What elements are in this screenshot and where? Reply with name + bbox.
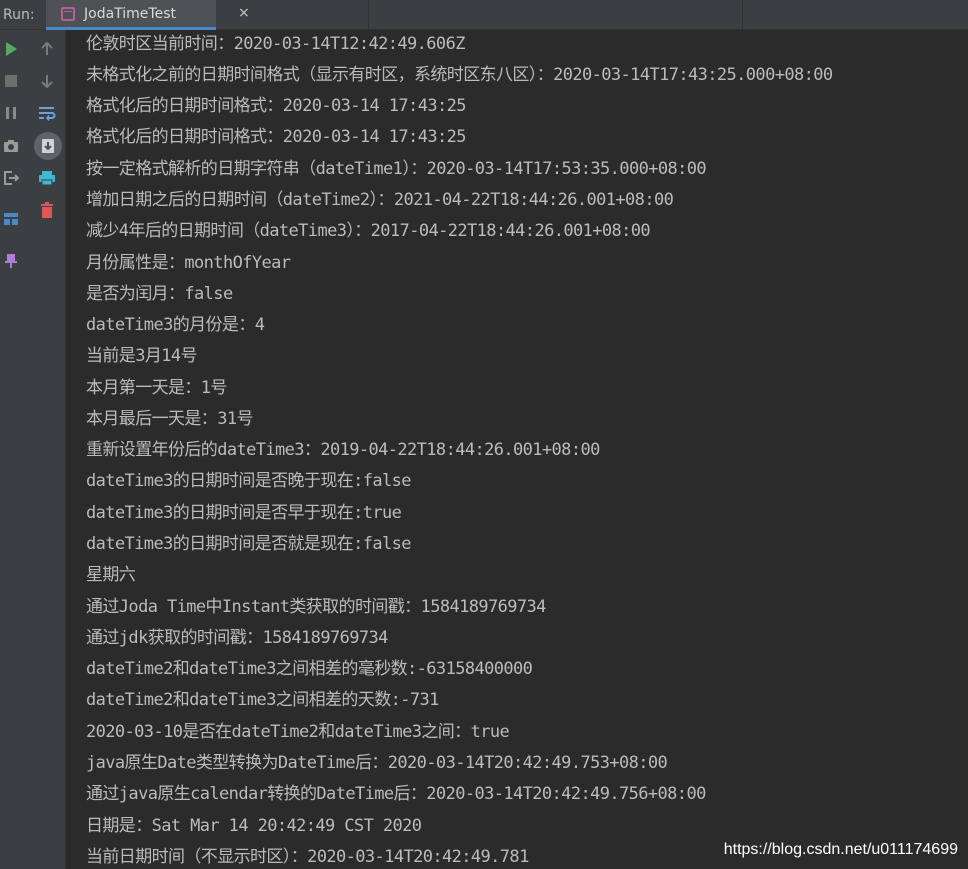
soft-wrap-icon[interactable] bbox=[36, 102, 58, 124]
watermark: https://blog.csdn.net/u011174699 bbox=[723, 841, 958, 858]
console-line: 按一定格式解析的日期字符串（dateTime1）：2020-03-14T17:5… bbox=[86, 159, 707, 179]
stop-icon[interactable] bbox=[0, 70, 22, 92]
run-label: Run: bbox=[3, 7, 35, 23]
console-line: dateTime3的日期时间是否就是现在:false bbox=[86, 534, 412, 554]
console-line: 通过Joda Time中Instant类获取的时间戳：1584189769734 bbox=[86, 597, 546, 617]
console-line: java原生Date类型转换为DateTime后：2020-03-14T20:4… bbox=[86, 753, 668, 773]
console-line: 增加日期之后的日期时间（dateTime2）：2021-04-22T18:44:… bbox=[86, 190, 674, 210]
console-line: 日期是：Sat Mar 14 20:42:49 CST 2020 bbox=[86, 816, 422, 836]
console-line: 减少4年后的日期时间（dateTime3）：2017-04-22T18:44:2… bbox=[86, 221, 651, 241]
run-tab-bar: Run: JodaTimeTest × bbox=[0, 0, 968, 30]
trash-icon[interactable] bbox=[36, 199, 58, 221]
console-line: 星期六 bbox=[86, 565, 136, 585]
scroll-to-end-icon[interactable] bbox=[34, 132, 62, 160]
scroll-up-icon[interactable] bbox=[36, 38, 58, 60]
console-line: 未格式化之前的日期时间格式（显示有时区，系统时区东八区）：2020-03-14T… bbox=[86, 65, 833, 85]
console-line: 是否为闰月：false bbox=[86, 284, 233, 304]
scroll-down-icon[interactable] bbox=[36, 70, 58, 92]
camera-icon[interactable] bbox=[0, 135, 22, 157]
run-toolbar bbox=[0, 30, 66, 869]
pause-icon[interactable] bbox=[0, 102, 22, 124]
console-line: 伦敦时区当前时间：2020-03-14T12:42:49.606Z bbox=[86, 34, 465, 54]
pin-icon[interactable] bbox=[0, 250, 22, 272]
console-line: dateTime2和dateTime3之间相差的天数:-731 bbox=[86, 690, 439, 710]
console-line: 2020-03-10是否在dateTime2和dateTime3之间：true bbox=[86, 722, 510, 742]
console-line: dateTime3的月份是：4 bbox=[86, 315, 265, 335]
console-output[interactable]: 伦敦时区当前时间：2020-03-14T12:42:49.606Z 未格式化之前… bbox=[66, 30, 968, 869]
console-line: 当前日期时间（不显示时区）：2020-03-14T20:42:49.781 bbox=[86, 847, 529, 867]
close-tab-icon[interactable]: × bbox=[238, 5, 250, 21]
tab-title: JodaTimeTest bbox=[84, 6, 176, 22]
console-line: 本月第一天是：1号 bbox=[86, 378, 227, 398]
console-line: 重新设置年份后的dateTime3：2019-04-22T18:44:26.00… bbox=[86, 440, 600, 460]
console-line: 当前是3月14号 bbox=[86, 346, 198, 366]
console-line: dateTime3的日期时间是否早于现在:true bbox=[86, 503, 402, 523]
console-tab-icon bbox=[61, 7, 75, 21]
rerun-play-icon[interactable] bbox=[0, 38, 22, 60]
console-line: 本月最后一天是：31号 bbox=[86, 409, 253, 429]
console-line: 通过jdk获取的时间戳：1584189769734 bbox=[86, 628, 388, 648]
run-window: Run: JodaTimeTest × 伦敦时区当前时间：2020-03-14T… bbox=[0, 0, 968, 869]
console-line: 月份属性是：monthOfYear bbox=[86, 253, 291, 273]
layout-icon[interactable] bbox=[0, 208, 22, 230]
tab-joda-time-test[interactable]: JodaTimeTest × bbox=[46, 0, 250, 30]
tab-bar-divider bbox=[742, 0, 743, 30]
print-icon[interactable] bbox=[36, 167, 58, 189]
console-line: 格式化后的日期时间格式：2020-03-14 17:43:25 bbox=[86, 96, 466, 116]
console-line: dateTime3的日期时间是否晚于现在:false bbox=[86, 471, 412, 491]
console-line: dateTime2和dateTime3之间相差的毫秒数:-63158400000 bbox=[86, 659, 533, 679]
tab-bar-divider bbox=[368, 0, 369, 30]
console-line: 格式化后的日期时间格式：2020-03-14 17:43:25 bbox=[86, 127, 466, 147]
exit-icon[interactable] bbox=[0, 167, 22, 189]
console-line: 通过java原生calendar转换的DateTime后：2020-03-14T… bbox=[86, 784, 706, 804]
